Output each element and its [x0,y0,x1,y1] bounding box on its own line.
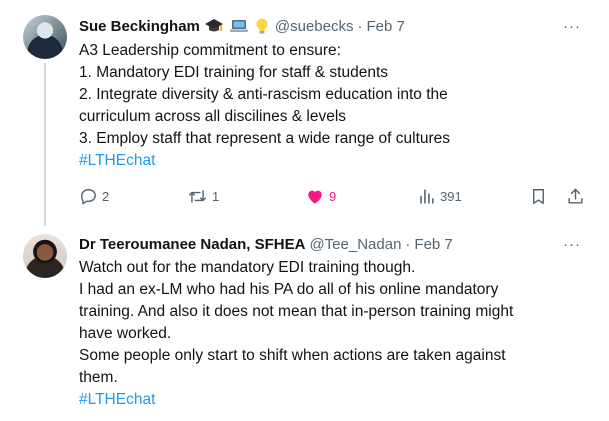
retweet-icon [188,189,207,203]
tweet-timestamp[interactable]: Feb 7 [414,236,452,253]
tweet-text-line: training. And also it does not mean that… [79,303,514,320]
lightbulb-icon [256,18,268,34]
tweet-text-line: I had an ex-LM who had his PA do all of … [79,281,499,298]
reply-button[interactable]: 2 [79,184,109,208]
like-count: 9 [329,188,337,204]
thread-connector-line [44,63,46,226]
tweet-text: A3 Leadership commitment to ensure: 1. M… [79,40,589,172]
user-handle[interactable]: @suebecks [275,18,354,35]
more-icon: ··· [563,235,581,253]
tweet-text-line: 2. Integrate diversity & anti-rascism ed… [79,86,448,103]
bookmark-icon [533,188,544,204]
reply-icon [81,188,96,204]
tweet-timestamp[interactable]: Feb 7 [366,18,404,35]
tweet-text-line: 3. Employ staff that represent a wide ra… [79,130,451,147]
like-button[interactable]: 9 [305,184,336,208]
tweet-text-line: them. [79,369,118,386]
views-count: 391 [440,188,462,204]
user-handle[interactable]: @Tee_Nadan [309,236,401,253]
laptop-icon [229,20,248,32]
tweet-text: Watch out for the mandatory EDI training… [79,257,589,411]
bookmark-button[interactable] [529,184,548,208]
tweet-text-line: curriculum across all discilines & level… [79,108,347,125]
retweet-button[interactable]: 1 [187,184,219,208]
retweet-count: 1 [212,188,220,204]
avatar[interactable] [23,234,67,278]
views-button[interactable]: 391 [417,184,462,208]
tweet-actions: 2 1 9 391 [79,184,589,208]
views-bar-chart-icon [420,188,434,204]
tweet-text-line: 1. Mandatory EDI training for staff & st… [79,64,389,81]
heart-icon [308,190,322,204]
graduation-cap-icon [204,19,223,32]
more-options-button[interactable]: ··· [561,15,583,37]
display-name[interactable]: Sue Beckingham [79,18,200,35]
tweet-header: Dr Teeroumanee Nadan, SFHEA @Tee_Nadan ·… [79,233,453,255]
more-icon: ··· [563,17,581,35]
tweet-text-line: Some people only start to shift when act… [79,347,506,364]
tweet-header: Sue Beckingham @suebecks · Feb 7 [79,15,405,37]
name-emojis [204,17,275,35]
share-icon [568,188,583,204]
display-name[interactable]: Dr Teeroumanee Nadan, SFHEA [79,236,305,253]
reply-count: 2 [102,188,110,204]
more-options-button[interactable]: ··· [561,233,583,255]
tweet-text-line: have worked. [79,325,172,342]
separator-dot: · [405,235,411,253]
avatar[interactable] [23,15,67,59]
hashtag-link[interactable]: #LTHEchat [79,150,589,172]
separator-dot: · [357,17,363,35]
hashtag-link[interactable]: #LTHEchat [79,389,589,411]
tweet-text-line: A3 Leadership commitment to ensure: [79,42,341,59]
share-button[interactable] [566,184,585,208]
tweet-text-line: Watch out for the mandatory EDI training… [79,259,416,276]
